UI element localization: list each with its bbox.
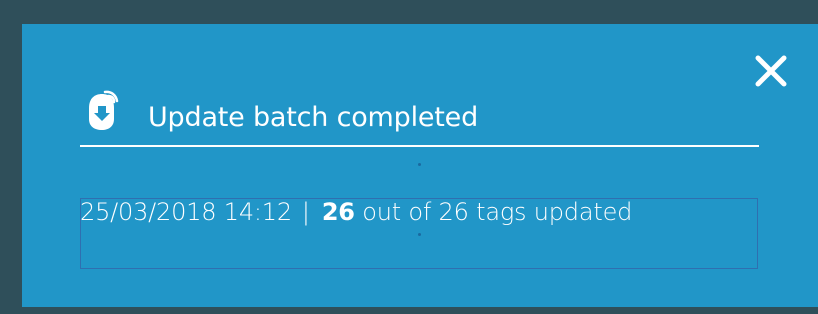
update-summary: out of 26 tags updated xyxy=(362,198,633,226)
screen-background: Update batch completed 25/03/2018 14:12 |… xyxy=(0,0,818,314)
tag-download-wireless-icon xyxy=(84,88,122,134)
header-divider xyxy=(80,145,759,147)
selection-marker-top xyxy=(418,163,421,166)
notification-title: Update batch completed xyxy=(148,102,479,133)
notification-details: 25/03/2018 14:12 | 26 out of 26 tags updat… xyxy=(80,196,632,228)
details-separator: | xyxy=(301,198,310,226)
close-button[interactable] xyxy=(752,52,790,90)
timestamp: 25/03/2018 14:12 xyxy=(80,198,292,226)
close-icon xyxy=(755,55,787,87)
updated-count: 26 xyxy=(321,198,355,226)
